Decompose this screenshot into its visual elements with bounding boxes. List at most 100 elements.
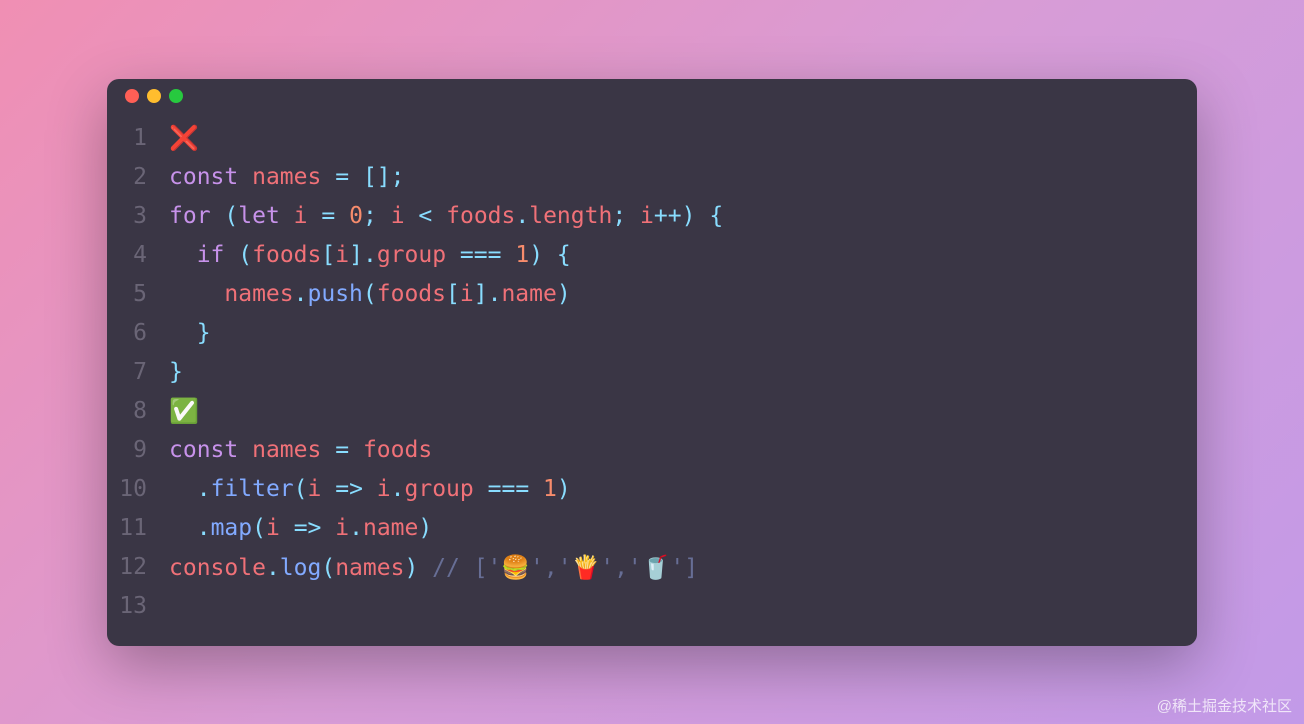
code-content: } bbox=[169, 320, 211, 346]
token: i bbox=[377, 476, 391, 502]
token: // ['🍔','🍟','🥤'] bbox=[432, 555, 698, 581]
token: => bbox=[294, 515, 322, 541]
token: i bbox=[391, 203, 405, 229]
token bbox=[280, 203, 294, 229]
token: names bbox=[335, 555, 404, 581]
token: ) bbox=[557, 281, 571, 307]
token: push bbox=[308, 281, 363, 307]
token: ; bbox=[363, 203, 377, 229]
token: . bbox=[266, 555, 280, 581]
token: ( bbox=[321, 555, 335, 581]
token: 1 bbox=[515, 242, 529, 268]
line-number: 11 bbox=[107, 515, 169, 541]
line-number: 13 bbox=[107, 593, 169, 619]
line-number: 7 bbox=[107, 359, 169, 385]
token: ) bbox=[529, 242, 543, 268]
token bbox=[335, 203, 349, 229]
token: . bbox=[349, 515, 363, 541]
token: } bbox=[197, 320, 211, 346]
token: < bbox=[418, 203, 432, 229]
code-line: 6 } bbox=[107, 314, 1197, 353]
token: 0 bbox=[349, 203, 363, 229]
code-area: 1❌2const names = [];3for (let i = 0; i <… bbox=[107, 113, 1197, 646]
token bbox=[321, 437, 335, 463]
line-number: 9 bbox=[107, 437, 169, 463]
line-number: 10 bbox=[107, 476, 169, 502]
close-icon[interactable] bbox=[125, 89, 139, 103]
code-line: 13 bbox=[107, 587, 1197, 626]
token: } bbox=[169, 359, 183, 385]
token: . bbox=[488, 281, 502, 307]
token bbox=[321, 515, 335, 541]
token: map bbox=[211, 515, 253, 541]
token bbox=[238, 164, 252, 190]
token: i bbox=[335, 515, 349, 541]
token: ) bbox=[682, 203, 696, 229]
code-line: 10 .filter(i => i.group === 1) bbox=[107, 470, 1197, 509]
code-content: console.log(names) // ['🍔','🍟','🥤'] bbox=[169, 554, 698, 581]
token: ; bbox=[612, 203, 626, 229]
code-line: 9const names = foods bbox=[107, 431, 1197, 470]
code-content: const names = []; bbox=[169, 164, 405, 190]
token: names bbox=[224, 281, 293, 307]
token bbox=[363, 476, 377, 502]
token: . bbox=[197, 476, 211, 502]
token: 1 bbox=[543, 476, 557, 502]
token bbox=[349, 437, 363, 463]
token: ] bbox=[474, 281, 488, 307]
token: if bbox=[197, 242, 225, 268]
token: for bbox=[169, 203, 211, 229]
line-number: 4 bbox=[107, 242, 169, 268]
token bbox=[501, 242, 515, 268]
token: === bbox=[460, 242, 502, 268]
token bbox=[280, 515, 294, 541]
token: length bbox=[529, 203, 612, 229]
token: console bbox=[169, 555, 266, 581]
watermark: @稀土掘金技术社区 bbox=[1157, 695, 1292, 716]
token bbox=[432, 203, 446, 229]
token: ( bbox=[224, 203, 238, 229]
token: let bbox=[238, 203, 280, 229]
code-line: 4 if (foods[i].group === 1) { bbox=[107, 236, 1197, 275]
token: group bbox=[405, 476, 474, 502]
code-line: 7} bbox=[107, 353, 1197, 392]
token: log bbox=[280, 555, 322, 581]
code-content: } bbox=[169, 359, 183, 385]
minimize-icon[interactable] bbox=[147, 89, 161, 103]
code-line: 3for (let i = 0; i < foods.length; i++) … bbox=[107, 197, 1197, 236]
token bbox=[377, 203, 391, 229]
token: ❌ bbox=[169, 124, 199, 152]
token: const bbox=[169, 437, 238, 463]
line-number: 1 bbox=[107, 125, 169, 151]
token: foods bbox=[377, 281, 446, 307]
maximize-icon[interactable] bbox=[169, 89, 183, 103]
code-content: ❌ bbox=[169, 124, 199, 152]
token: ✅ bbox=[169, 397, 199, 425]
token: ) bbox=[418, 515, 432, 541]
token: = bbox=[321, 203, 335, 229]
token: group bbox=[377, 242, 446, 268]
token: ++ bbox=[654, 203, 682, 229]
code-content: .map(i => i.name) bbox=[169, 515, 432, 541]
token bbox=[626, 203, 640, 229]
line-number: 2 bbox=[107, 164, 169, 190]
token bbox=[169, 320, 197, 346]
token: = bbox=[335, 437, 349, 463]
token: foods bbox=[363, 437, 432, 463]
token: i bbox=[266, 515, 280, 541]
token: = bbox=[335, 164, 349, 190]
code-content: if (foods[i].group === 1) { bbox=[169, 242, 571, 268]
token bbox=[169, 242, 197, 268]
token: => bbox=[335, 476, 363, 502]
token: . bbox=[197, 515, 211, 541]
token: [ bbox=[321, 242, 335, 268]
code-content: for (let i = 0; i < foods.length; i++) { bbox=[169, 203, 723, 229]
code-content: ✅ bbox=[169, 397, 199, 425]
token: . bbox=[515, 203, 529, 229]
line-number: 8 bbox=[107, 398, 169, 424]
code-line: 1❌ bbox=[107, 119, 1197, 158]
line-number: 6 bbox=[107, 320, 169, 346]
code-line: 11 .map(i => i.name) bbox=[107, 509, 1197, 548]
token bbox=[321, 476, 335, 502]
token: i bbox=[294, 203, 308, 229]
